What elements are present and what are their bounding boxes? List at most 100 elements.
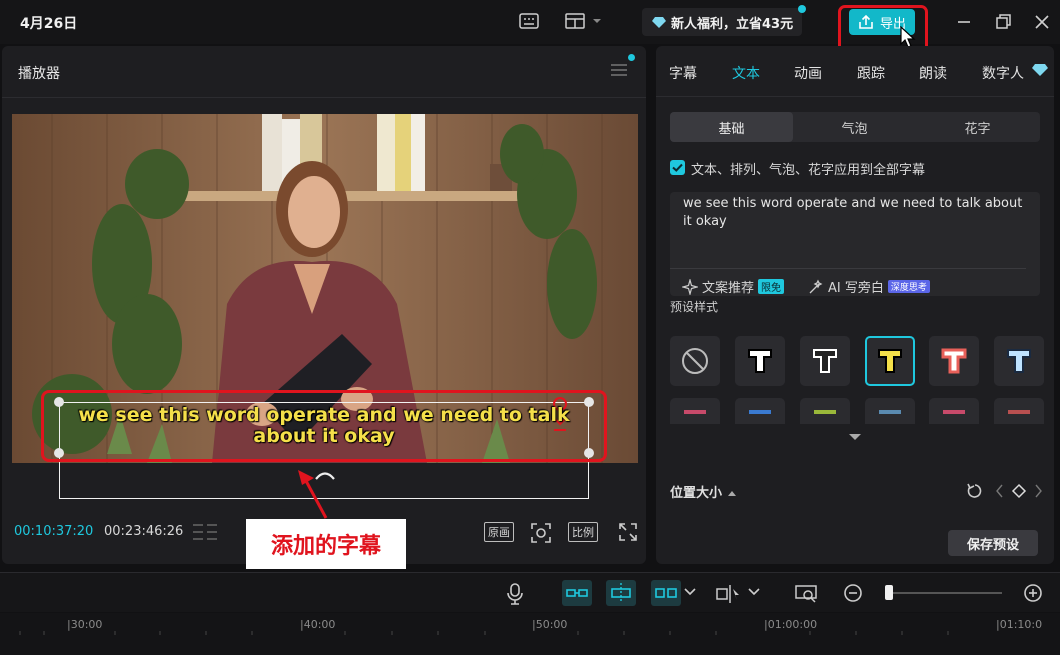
- zoom-out-icon[interactable]: [843, 583, 863, 603]
- zoom-slider-track[interactable]: [885, 592, 1002, 594]
- axis-icon: [655, 588, 677, 598]
- t-style-icon: [941, 348, 967, 374]
- ruler-minor-ticks: [19, 631, 949, 635]
- menu-icon[interactable]: [610, 62, 628, 78]
- ruler-tick: |30:00: [67, 618, 103, 631]
- style-segmented-control: 基础 气泡 花字: [670, 112, 1040, 142]
- timeline-toolbar: [0, 572, 1060, 612]
- sparkle-icon: [682, 278, 698, 295]
- style-tile[interactable]: [994, 398, 1044, 424]
- tab-subtitles[interactable]: 字幕: [669, 63, 697, 83]
- segment-bubble[interactable]: 气泡: [793, 112, 916, 142]
- ai-narration-button[interactable]: AI 写旁白 深度思考: [808, 277, 930, 296]
- expand-chevron-icon[interactable]: [848, 432, 862, 442]
- copy-recommend-button[interactable]: 文案推荐 限免: [682, 277, 785, 296]
- style-none[interactable]: [670, 336, 720, 386]
- zoom-slider-thumb[interactable]: [885, 585, 893, 600]
- keyframe-icon[interactable]: [996, 483, 1042, 499]
- check-icon: [672, 163, 683, 172]
- subtitle-highlight: [41, 390, 607, 462]
- promo-text: 新人福利，立省43元: [671, 16, 794, 32]
- player-notification-dot: [628, 54, 635, 61]
- no-style-icon: [682, 348, 708, 374]
- tab-read-aloud[interactable]: 朗读: [919, 63, 947, 83]
- style-red-outline[interactable]: [929, 336, 979, 386]
- tab-text[interactable]: 文本: [732, 63, 760, 83]
- magic-wand-icon: [809, 279, 823, 293]
- timeline-view-icon[interactable]: [192, 522, 218, 542]
- close-icon[interactable]: [1033, 13, 1051, 31]
- player-panel: 播放器 we see this word operate and we need…: [2, 46, 646, 564]
- ai-narration-label: AI 写旁白: [828, 281, 884, 296]
- tab-tracking[interactable]: 跟踪: [857, 63, 885, 83]
- original-quality-button[interactable]: 原画: [484, 522, 514, 542]
- chevron-down-icon[interactable]: [684, 588, 696, 596]
- total-time: 00:23:46:26: [104, 524, 184, 539]
- ruler-tick: |50:00: [532, 618, 568, 631]
- current-time: 00:10:37:20: [14, 524, 94, 539]
- style-yellow-selected[interactable]: [865, 336, 915, 386]
- style-white-bold[interactable]: [735, 336, 785, 386]
- divider: [670, 268, 1026, 269]
- reset-icon[interactable]: [966, 482, 984, 500]
- top-bar: 4月26日 新人福利，立省43元 导出: [0, 0, 1060, 54]
- preset-styles-label: 预设样式: [670, 300, 719, 314]
- ruler-tick: |01:10:0: [996, 618, 1043, 631]
- save-preset-button[interactable]: 保存预设: [948, 530, 1038, 556]
- minimize-icon[interactable]: [955, 13, 973, 31]
- segment-basic[interactable]: 基础: [670, 112, 793, 142]
- split-icon[interactable]: [716, 583, 742, 605]
- arrow-icon: [298, 470, 328, 519]
- aspect-ratio-button[interactable]: 比例: [568, 522, 598, 542]
- apply-all-checkbox[interactable]: [670, 160, 685, 175]
- tab-animation[interactable]: 动画: [794, 63, 822, 83]
- t-style-icon: [878, 349, 902, 373]
- notification-dot: [798, 5, 806, 13]
- focus-icon[interactable]: [530, 522, 552, 544]
- chevron-down-icon[interactable]: [748, 588, 760, 596]
- copy-recommend-label: 文案推荐: [702, 281, 755, 296]
- annotation-callout: 添加的字幕: [246, 519, 406, 569]
- diamond-icon: [652, 16, 666, 28]
- promo-banner[interactable]: 新人福利，立省43元: [642, 5, 806, 36]
- timeline-ruler[interactable]: |30:00 |40:00 |50:00 |01:00:00 |01:10:0: [0, 613, 1060, 655]
- style-outline[interactable]: [800, 336, 850, 386]
- keyboard-icon[interactable]: [519, 12, 539, 30]
- position-size-section[interactable]: 位置大小: [670, 482, 737, 501]
- ruler-tick: |01:00:00: [764, 618, 818, 631]
- style-tile[interactable]: [670, 398, 720, 424]
- maximize-icon[interactable]: [994, 13, 1012, 31]
- style-tile[interactable]: [929, 398, 979, 424]
- link-clip-icon: [611, 583, 631, 603]
- deep-think-badge: 深度思考: [887, 280, 930, 293]
- apply-all-label: 文本、排列、气泡、花字应用到全部字幕: [691, 163, 926, 178]
- style-tile[interactable]: [735, 398, 785, 424]
- layout-icon[interactable]: [565, 12, 601, 30]
- subtitle-text-value: we see this word operate and we need to …: [683, 196, 1023, 229]
- t-style-icon: [748, 349, 772, 373]
- zoom-in-icon[interactable]: [1023, 583, 1043, 603]
- style-blue[interactable]: [994, 336, 1044, 386]
- t-style-icon: [1007, 349, 1031, 373]
- position-size-label: 位置大小: [670, 486, 723, 501]
- magnet-snap-button[interactable]: [562, 580, 592, 606]
- fullscreen-icon[interactable]: [618, 522, 638, 542]
- segment-effect[interactable]: 花字: [916, 112, 1039, 142]
- property-tabs: 字幕 文本 动画 跟踪 朗读 数字人: [656, 46, 1054, 97]
- tab-digital-human[interactable]: 数字人: [982, 63, 1024, 83]
- divider: [2, 97, 646, 98]
- project-date: 4月26日: [20, 16, 78, 32]
- style-tile[interactable]: [800, 398, 850, 424]
- t-style-icon: [813, 349, 837, 373]
- diamond-icon: [1032, 64, 1048, 76]
- collapse-chevron-icon: [727, 491, 736, 496]
- property-panel: 字幕 文本 动画 跟踪 朗读 数字人 基础 气泡 花字 文本、排列、气泡、花字应…: [656, 46, 1054, 564]
- free-badge: 限免: [758, 279, 785, 294]
- style-tile[interactable]: [865, 398, 915, 424]
- ruler-tick: |40:00: [300, 618, 336, 631]
- auto-link-button[interactable]: [606, 580, 636, 606]
- preview-zoom-icon[interactable]: [795, 583, 819, 605]
- preview-axis-button[interactable]: [651, 580, 681, 606]
- microphone-icon[interactable]: [507, 583, 523, 605]
- player-title: 播放器: [18, 66, 60, 82]
